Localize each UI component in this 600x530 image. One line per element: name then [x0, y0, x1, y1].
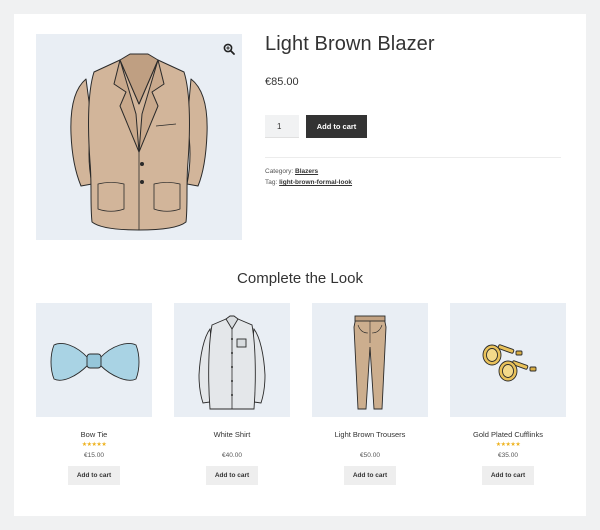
- product-image-trousers[interactable]: [312, 303, 428, 417]
- blazer-illustration: [70, 53, 208, 231]
- product-image-bow-tie[interactable]: [36, 303, 152, 417]
- product-name[interactable]: White Shirt: [174, 430, 290, 439]
- product-price: €85.00: [265, 76, 299, 88]
- product-title: Light Brown Blazer: [265, 33, 435, 55]
- product-price: €35.00: [498, 452, 518, 459]
- add-to-cart-button[interactable]: Add to cart: [306, 115, 367, 138]
- related-product-white-shirt: White Shirt €40.00 Add to cart: [174, 303, 290, 485]
- star-rating-empty: [174, 442, 290, 449]
- product-image-blazer[interactable]: [36, 34, 242, 240]
- add-to-cart-button-cufflinks[interactable]: Add to cart: [482, 466, 534, 485]
- star-rating-empty: [312, 442, 428, 449]
- product-name[interactable]: Gold Plated Cufflinks: [450, 430, 566, 439]
- product-price: €50.00: [360, 452, 380, 459]
- star-rating: ★★★★★: [495, 442, 521, 448]
- product-tag: Tag: light-brown-formal-look: [265, 179, 352, 186]
- product-price: €15.00: [84, 452, 104, 459]
- product-page: Light Brown Blazer €85.00 Add to cart Ca…: [14, 14, 586, 516]
- star-rating: ★★★★★: [81, 442, 107, 448]
- tag-link[interactable]: light-brown-formal-look: [279, 179, 352, 186]
- bow-tie-illustration: [50, 343, 140, 381]
- product-name[interactable]: Bow Tie: [36, 430, 152, 439]
- add-to-cart-button-bow-tie[interactable]: Add to cart: [68, 466, 120, 485]
- cufflinks-illustration: [482, 344, 537, 382]
- shirt-illustration: [198, 315, 266, 410]
- product-image-cufflinks[interactable]: [450, 303, 566, 417]
- summary-divider: [265, 157, 561, 158]
- tag-label: Tag:: [265, 179, 278, 186]
- trousers-illustration: [353, 315, 387, 410]
- related-product-cufflinks: Gold Plated Cufflinks ★★★★★ €35.00 Add t…: [450, 303, 566, 485]
- category-link-blazers[interactable]: Blazers: [295, 168, 318, 175]
- product-name[interactable]: Light Brown Trousers: [312, 430, 428, 439]
- category-label: Category:: [265, 168, 294, 175]
- product-image-white-shirt[interactable]: [174, 303, 290, 417]
- magnifier-zoom-icon[interactable]: [222, 42, 236, 56]
- product-price: €40.00: [222, 452, 242, 459]
- related-product-trousers: Light Brown Trousers €50.00 Add to cart: [312, 303, 428, 485]
- quantity-input[interactable]: [265, 115, 299, 138]
- related-product-bow-tie: Bow Tie ★★★★★ €15.00 Add to cart: [36, 303, 152, 485]
- add-to-cart-button-white-shirt[interactable]: Add to cart: [206, 466, 258, 485]
- product-category: Category: Blazers: [265, 168, 318, 175]
- related-section-title: Complete the Look: [237, 270, 363, 287]
- add-to-cart-button-trousers[interactable]: Add to cart: [344, 466, 396, 485]
